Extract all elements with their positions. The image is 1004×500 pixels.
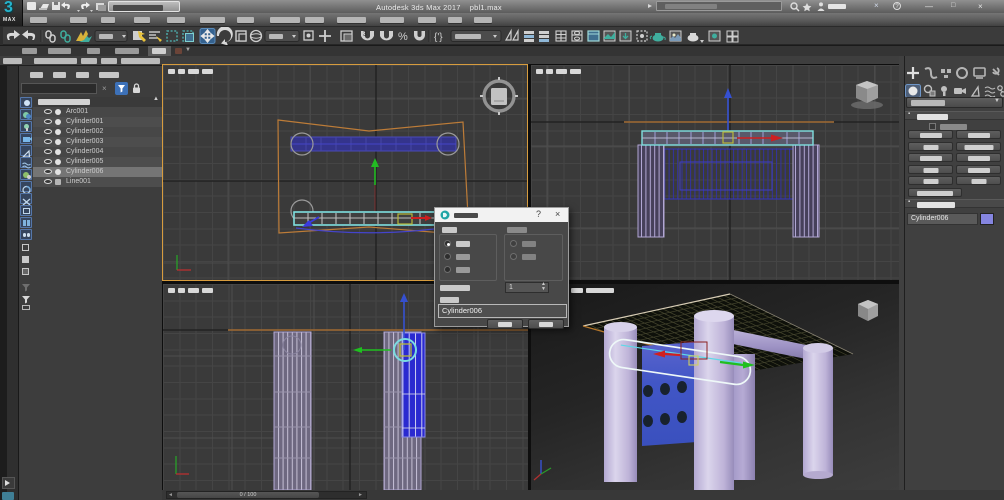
svg-text:3: 3	[363, 31, 367, 38]
svg-text:{'}: {'}	[434, 32, 443, 43]
svg-text:%: %	[398, 31, 408, 43]
